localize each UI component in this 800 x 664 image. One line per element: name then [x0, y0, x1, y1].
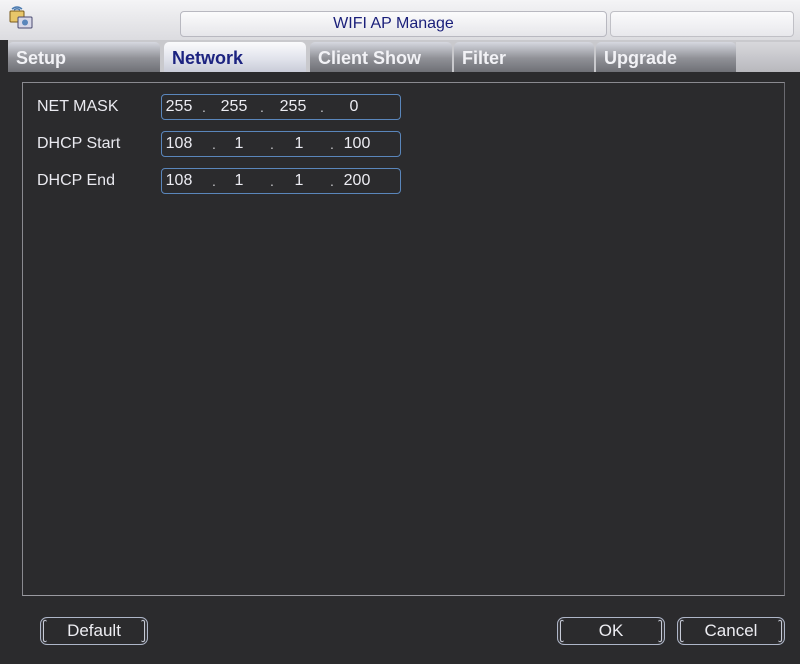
tab-strip: Setup Network Client Show Filter Upgrade — [8, 40, 800, 72]
dhcp-start-label: DHCP Start — [37, 135, 121, 152]
net-mask-label: NET MASK — [37, 98, 119, 115]
tab-client-show[interactable]: Client Show — [310, 42, 452, 72]
dhcp-start-octet-2[interactable]: 1 — [222, 132, 256, 156]
dhcp-end-octet-2[interactable]: 1 — [222, 169, 256, 193]
wifi-ap-manage-window: WIFI AP Manage Setup Network Client Show… — [0, 0, 800, 664]
ip-dot: . — [202, 99, 206, 115]
ip-dot: . — [212, 136, 216, 152]
default-button[interactable]: Default — [40, 617, 148, 645]
tab-network[interactable]: Network — [164, 42, 306, 72]
wifi-ap-app-icon — [8, 5, 36, 33]
title-bar: WIFI AP Manage — [0, 0, 800, 40]
ip-dot: . — [320, 99, 324, 115]
net-mask-octet-2[interactable]: 255 — [217, 95, 251, 119]
dhcp-start-octet-4[interactable]: 100 — [340, 132, 374, 156]
dhcp-end-octet-3[interactable]: 1 — [282, 169, 316, 193]
window-title: WIFI AP Manage — [180, 11, 607, 37]
network-settings-panel: NET MASK 255 . 255 . 255 . 0 DHCP Start … — [22, 82, 785, 596]
ip-dot: . — [270, 136, 274, 152]
net-mask-octet-3[interactable]: 255 — [276, 95, 310, 119]
ip-dot: . — [260, 99, 264, 115]
ip-dot: . — [212, 173, 216, 189]
tab-upgrade[interactable]: Upgrade — [596, 42, 736, 72]
tab-setup[interactable]: Setup — [8, 42, 160, 72]
dhcp-end-input[interactable]: 108 . 1 . 1 . 200 — [161, 168, 401, 194]
dhcp-end-octet-1[interactable]: 108 — [162, 169, 196, 193]
net-mask-octet-4[interactable]: 0 — [337, 95, 371, 119]
ip-dot: . — [330, 136, 334, 152]
tab-filter[interactable]: Filter — [454, 42, 594, 72]
title-bar-spacer — [610, 11, 794, 37]
dhcp-start-input[interactable]: 108 . 1 . 1 . 100 — [161, 131, 401, 157]
dhcp-end-octet-4[interactable]: 200 — [340, 169, 374, 193]
dhcp-end-label: DHCP End — [37, 172, 115, 189]
tab-strip-filler — [736, 42, 800, 72]
net-mask-input[interactable]: 255 . 255 . 255 . 0 — [161, 94, 401, 120]
ip-dot: . — [270, 173, 274, 189]
cancel-button[interactable]: Cancel — [677, 617, 785, 645]
dhcp-start-octet-1[interactable]: 108 — [162, 132, 196, 156]
dhcp-start-octet-3[interactable]: 1 — [282, 132, 316, 156]
ok-button[interactable]: OK — [557, 617, 665, 645]
ip-dot: . — [330, 173, 334, 189]
net-mask-octet-1[interactable]: 255 — [162, 95, 196, 119]
